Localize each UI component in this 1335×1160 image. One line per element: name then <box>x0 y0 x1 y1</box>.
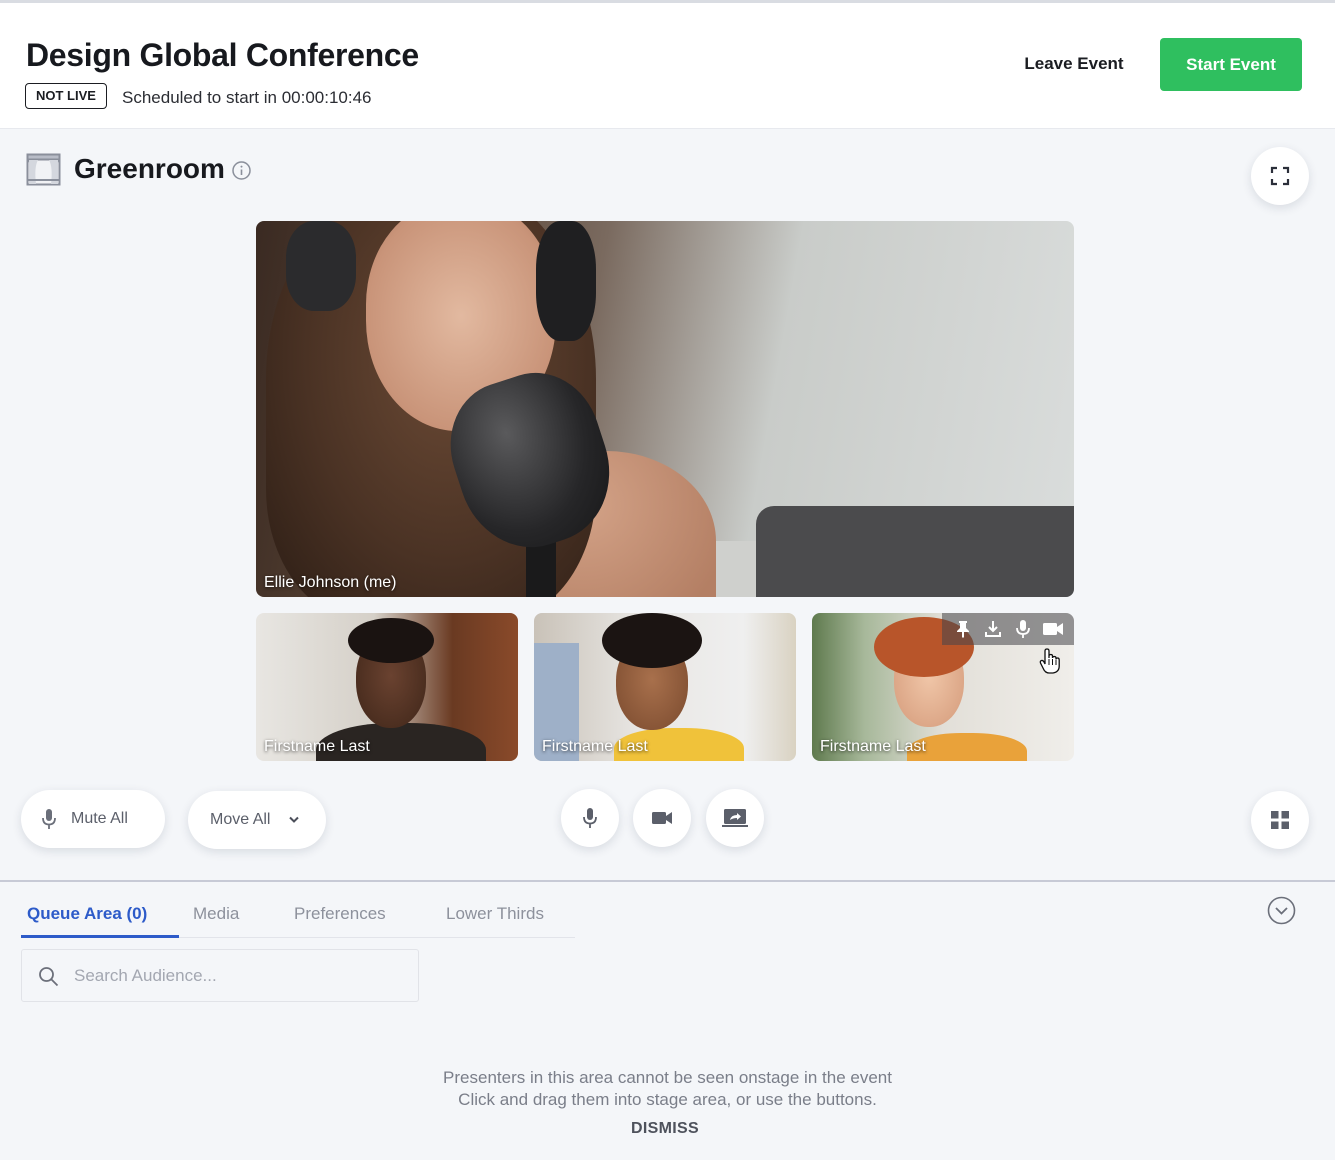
main-video-tile[interactable]: Ellie Johnson (me) <box>256 221 1074 597</box>
mute-all-button[interactable]: Mute All <box>21 790 165 848</box>
status-badge: NOT LIVE <box>25 83 107 109</box>
collapse-panel-icon[interactable] <box>1267 896 1296 925</box>
participant-name: Ellie Johnson (me) <box>264 574 397 591</box>
share-screen-button[interactable] <box>706 789 764 847</box>
camera-icon[interactable] <box>1042 618 1064 640</box>
tab-queue-area[interactable]: Queue Area (0) <box>27 896 147 938</box>
participant-name: Firstname Last <box>264 738 370 755</box>
participant-hair <box>602 613 702 668</box>
fullscreen-button[interactable] <box>1251 147 1309 205</box>
chevron-down-icon <box>289 816 300 823</box>
schedule-countdown: Scheduled to start in 00:00:10:46 <box>122 88 372 107</box>
search-icon <box>39 967 59 987</box>
notice-line: Presenters in this area cannot be seen o… <box>443 1068 892 1087</box>
pin-icon[interactable] <box>952 618 974 640</box>
toggle-camera-button[interactable] <box>633 789 691 847</box>
download-icon[interactable] <box>982 618 1004 640</box>
dismiss-button[interactable]: DISMISS <box>600 1120 730 1138</box>
panel-tabs: Queue Area (0) Media Preferences Lower T… <box>21 896 575 938</box>
tab-media[interactable]: Media <box>193 896 239 938</box>
speaker-headphone <box>286 221 356 311</box>
room-title: Greenroom <box>74 153 225 184</box>
info-icon[interactable] <box>232 161 251 180</box>
participant-tile[interactable]: Firstname Last <box>812 613 1074 761</box>
active-tab-indicator <box>21 935 179 938</box>
layout-grid-button[interactable] <box>1251 791 1309 849</box>
participant-tile[interactable]: Firstname Last <box>534 613 796 761</box>
search-input[interactable] <box>74 960 404 992</box>
participant-tile[interactable]: Firstname Last <box>256 613 518 761</box>
participant-name: Firstname Last <box>820 738 926 755</box>
tab-preferences[interactable]: Preferences <box>294 896 386 938</box>
hand-cursor-icon <box>1039 648 1060 674</box>
expand-icon <box>1270 166 1290 186</box>
audience-search <box>21 949 419 1002</box>
mic-icon <box>42 809 56 829</box>
stage-icon <box>26 153 61 186</box>
toggle-mic-button[interactable] <box>561 789 619 847</box>
speaker-headphone <box>536 221 596 341</box>
move-all-dropdown[interactable]: Move All <box>188 791 326 849</box>
grid-icon <box>1271 811 1289 829</box>
tile-toolbar <box>942 613 1074 645</box>
notice-line: Click and drag them into stage area, or … <box>458 1090 877 1109</box>
participant-name: Firstname Last <box>542 738 648 755</box>
mute-all-label: Mute All <box>71 810 128 827</box>
camera-icon <box>652 812 672 824</box>
mic-icon[interactable] <box>1012 618 1034 640</box>
panel-divider <box>0 880 1335 882</box>
leave-event-button[interactable]: Leave Event <box>1010 38 1138 90</box>
queue-notice: Presenters in this area cannot be seen o… <box>0 1067 1335 1111</box>
participant-hair <box>348 618 434 663</box>
tab-lower-thirds[interactable]: Lower Thirds <box>446 896 544 938</box>
mic-icon <box>583 808 597 828</box>
screen-share-icon <box>722 809 748 827</box>
page-title: Design Global Conference <box>26 37 419 73</box>
start-event-button[interactable]: Start Event <box>1160 38 1302 91</box>
event-header: Design Global Conference NOT LIVE Schedu… <box>0 3 1335 129</box>
video-background-sofa <box>756 506 1074 597</box>
move-all-label: Move All <box>210 811 271 828</box>
